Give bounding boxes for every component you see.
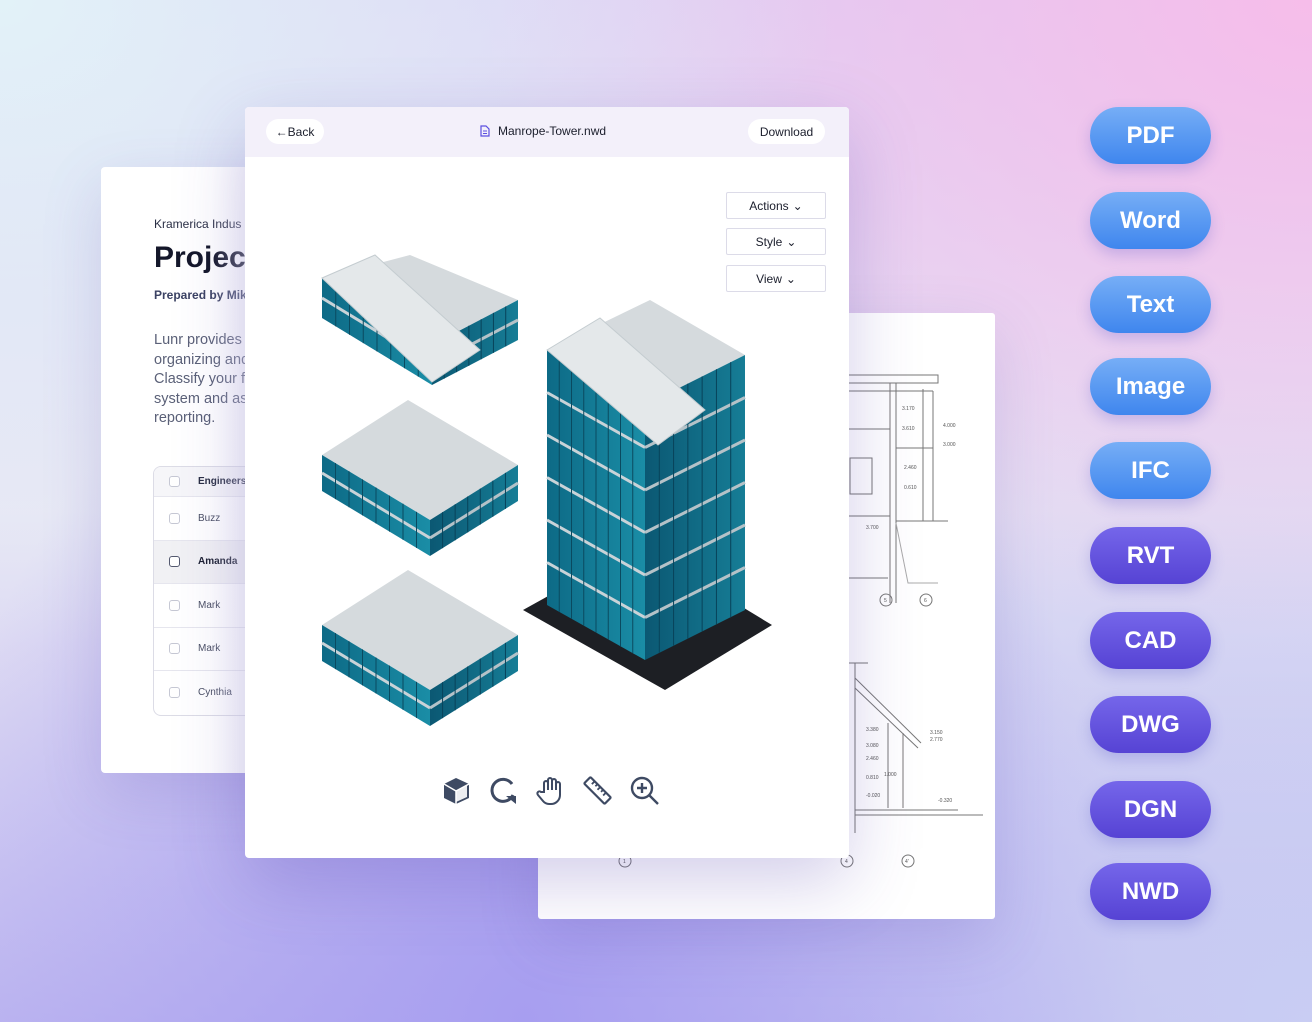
dimension-label: 1.000: [884, 772, 897, 778]
dimension-label: 3.610: [902, 426, 915, 432]
format-pill-ifc[interactable]: IFC: [1090, 442, 1211, 499]
axis-label: 5: [884, 598, 887, 604]
format-pill-text[interactable]: Text: [1090, 276, 1211, 333]
axis-label: 6: [924, 598, 927, 604]
dimension-label: 0.610: [904, 485, 917, 491]
model-viewer-window: ← Back Manrope-Tower.nwd Download Actions…: [245, 107, 849, 858]
cube-icon[interactable]: [441, 775, 472, 806]
file-name: Manrope-Tower.nwd: [480, 124, 606, 138]
zoom-in-icon[interactable]: [629, 775, 660, 806]
viewer-header: ← Back Manrope-Tower.nwd Download: [245, 107, 849, 157]
dimension-label: 3.700: [866, 525, 879, 531]
3d-model-canvas[interactable]: [245, 157, 849, 797]
dimension-label: 3.170: [902, 406, 915, 412]
dimension-label: 2.460: [866, 756, 879, 762]
back-button[interactable]: ← Back: [266, 119, 324, 144]
format-pill-cad[interactable]: CAD: [1090, 612, 1211, 669]
format-pill-word[interactable]: Word: [1090, 192, 1211, 249]
rotate-icon[interactable]: [488, 775, 519, 806]
download-button[interactable]: Download: [748, 119, 825, 144]
axis-label: 1: [623, 859, 626, 865]
axis-label: 4': [905, 859, 909, 865]
axis-label: 4: [845, 859, 848, 865]
format-pill-pdf[interactable]: PDF: [1090, 107, 1211, 164]
row-checkbox[interactable]: [169, 687, 180, 699]
dimension-label: 3.380: [866, 727, 879, 733]
row-checkbox[interactable]: [169, 556, 180, 568]
row-checkbox[interactable]: [169, 599, 180, 611]
dimension-label: 3.000: [943, 442, 956, 448]
dimension-label: -0.320: [938, 798, 952, 804]
dimension-label: -0.020: [866, 793, 880, 799]
dimension-label: 3.150: [930, 730, 943, 736]
row-checkbox[interactable]: [169, 643, 180, 655]
dimension-label: 4.000: [943, 423, 956, 429]
dimension-label: 2.770: [930, 737, 943, 743]
select-all-checkbox[interactable]: [169, 476, 180, 487]
format-pill-dgn[interactable]: DGN: [1090, 781, 1211, 838]
back-label: Back: [287, 124, 315, 139]
format-pill-nwd[interactable]: NWD: [1090, 863, 1211, 920]
file-icon: [480, 125, 490, 137]
format-pill-rvt[interactable]: RVT: [1090, 527, 1211, 584]
dimension-label: 0.810: [866, 775, 879, 781]
format-pill-image[interactable]: Image: [1090, 358, 1211, 415]
hand-pan-icon[interactable]: [535, 775, 566, 806]
row-checkbox[interactable]: [169, 512, 180, 524]
dimension-label: 3.080: [866, 743, 879, 749]
arrow-left-icon: ←: [275, 124, 288, 139]
ruler-measure-icon[interactable]: [582, 775, 613, 806]
dimension-label: 2.460: [904, 465, 917, 471]
viewer-toolbar: [441, 775, 660, 806]
format-pill-dwg[interactable]: DWG: [1090, 696, 1211, 753]
file-name-text: Manrope-Tower.nwd: [498, 124, 607, 138]
